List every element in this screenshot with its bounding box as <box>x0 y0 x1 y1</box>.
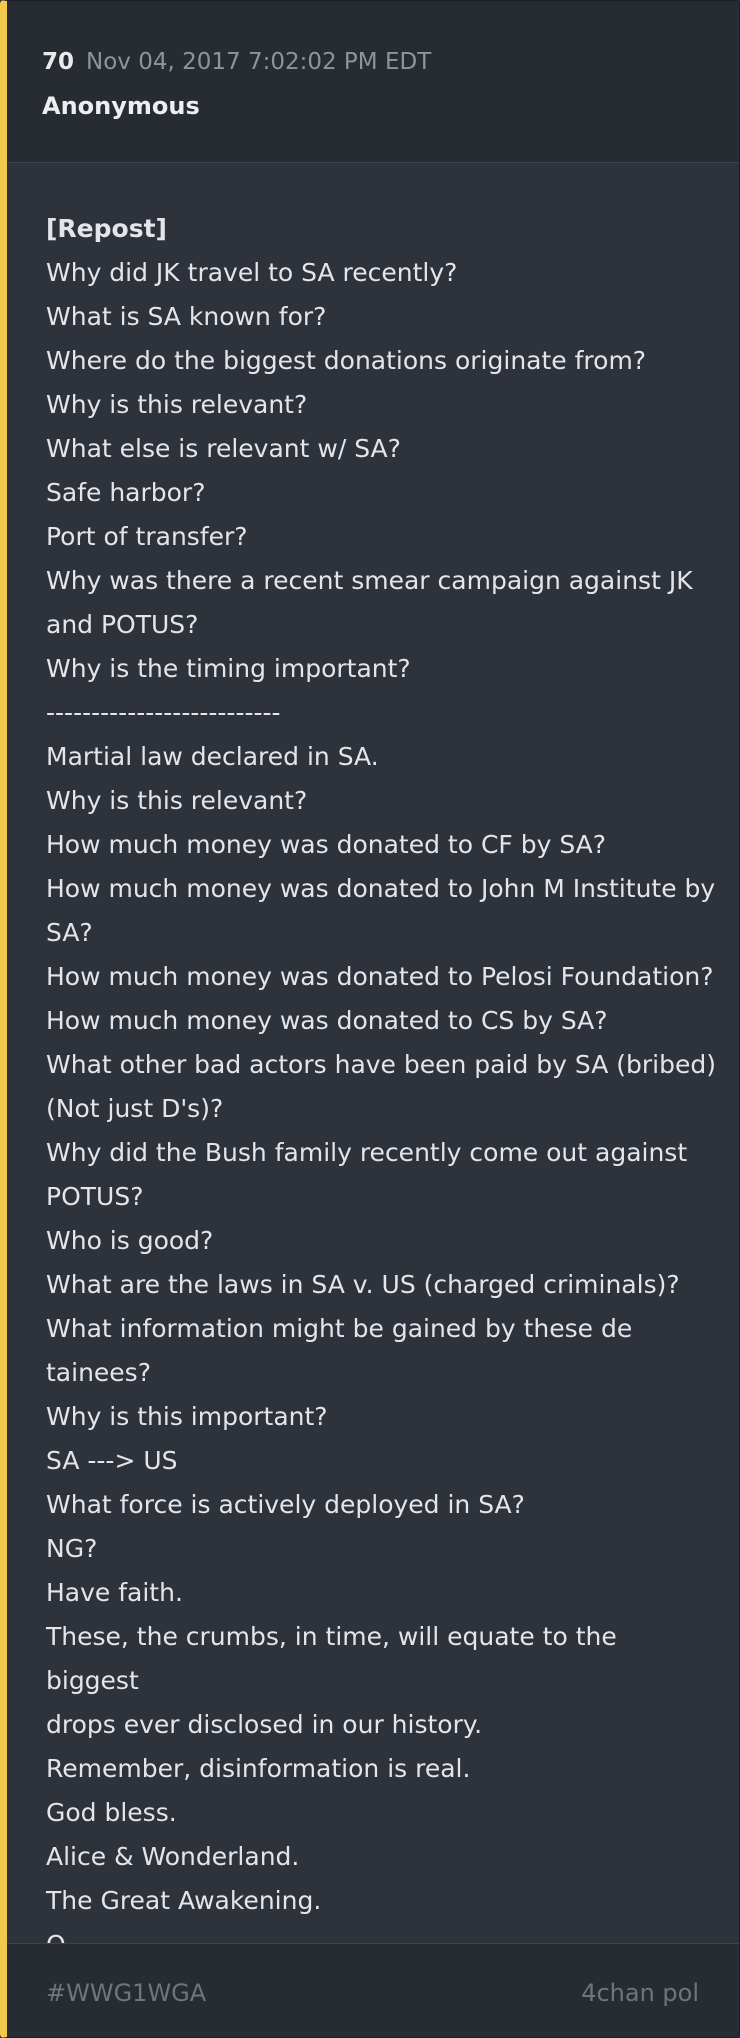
post-line: Port of transfer? <box>46 522 248 551</box>
post-line: God bless. <box>46 1798 177 1827</box>
post-line: What is SA known for? <box>46 302 327 331</box>
post-line: drops ever disclosed in our history. <box>46 1710 483 1739</box>
post-card: 70 Nov 04, 2017 7:02:02 PM EDT Anonymous … <box>0 0 740 2038</box>
post-line: Why was there a recent smear campaign ag… <box>46 566 693 595</box>
post-line: Why is this relevant? <box>46 786 308 815</box>
post-line: What are the laws in SA v. US (charged c… <box>46 1270 680 1299</box>
post-line: (Not just D's)? <box>46 1094 224 1123</box>
post-line: Where do the biggest donations originate… <box>46 346 647 375</box>
post-line: Why did the Bush family recently come ou… <box>46 1138 688 1167</box>
post-line: Martial law declared in SA. <box>46 742 379 771</box>
post-line: Why is the timing important? <box>46 654 411 683</box>
post-line: The Great Awakening. <box>46 1886 322 1915</box>
post-body: [Repost] Why did JK travel to SA recently… <box>46 207 716 1967</box>
post-line: POTUS? <box>46 1182 144 1211</box>
post-line: Have faith. <box>46 1578 183 1607</box>
post-line: [Repost] <box>46 214 167 243</box>
post-line: How much money was donated to Pelosi Fou… <box>46 962 714 991</box>
post-line: SA? <box>46 918 93 947</box>
post-line: Why did JK travel to SA recently? <box>46 258 458 287</box>
post-author: Anonymous <box>42 92 200 120</box>
post-line: Why is this important? <box>46 1402 328 1431</box>
post-line: What force is actively deployed in SA? <box>46 1490 525 1519</box>
post-footer: #WWG1WGA 4chan pol <box>7 1943 739 2037</box>
post-line: NG? <box>46 1534 98 1563</box>
board-source: 4chan pol <box>581 1979 699 2007</box>
post-line: Remember, disinformation is real. <box>46 1754 471 1783</box>
post-line: How much money was donated to CS by SA? <box>46 1006 608 1035</box>
post-line: What information might be gained by thes… <box>46 1314 633 1343</box>
post-timestamp: Nov 04, 2017 7:02:02 PM EDT <box>86 49 432 75</box>
post-line: Who is good? <box>46 1226 214 1255</box>
post-line: SA ---> US <box>46 1446 178 1475</box>
post-line: These, the crumbs, in time, will equate … <box>46 1622 617 1695</box>
post-number[interactable]: 70 <box>42 49 74 75</box>
post-line: Alice & Wonderland. <box>46 1842 300 1871</box>
post-line: and POTUS? <box>46 610 199 639</box>
hashtag-link[interactable]: #WWG1WGA <box>46 1978 206 2008</box>
post-line: What other bad actors have been paid by … <box>46 1050 716 1079</box>
post-line: What else is relevant w/ SA? <box>46 434 401 463</box>
post-header: 70 Nov 04, 2017 7:02:02 PM EDT Anonymous <box>7 1 739 163</box>
post-line: tainees? <box>46 1358 151 1387</box>
post-line: Why is this relevant? <box>46 390 308 419</box>
post-line: -------------------------- <box>46 698 281 727</box>
post-meta: 70 Nov 04, 2017 7:02:02 PM EDT <box>42 47 431 77</box>
post-line: How much money was donated to CF by SA? <box>46 830 607 859</box>
post-line: Safe harbor? <box>46 478 206 507</box>
post-line: How much money was donated to John M Ins… <box>46 874 716 903</box>
